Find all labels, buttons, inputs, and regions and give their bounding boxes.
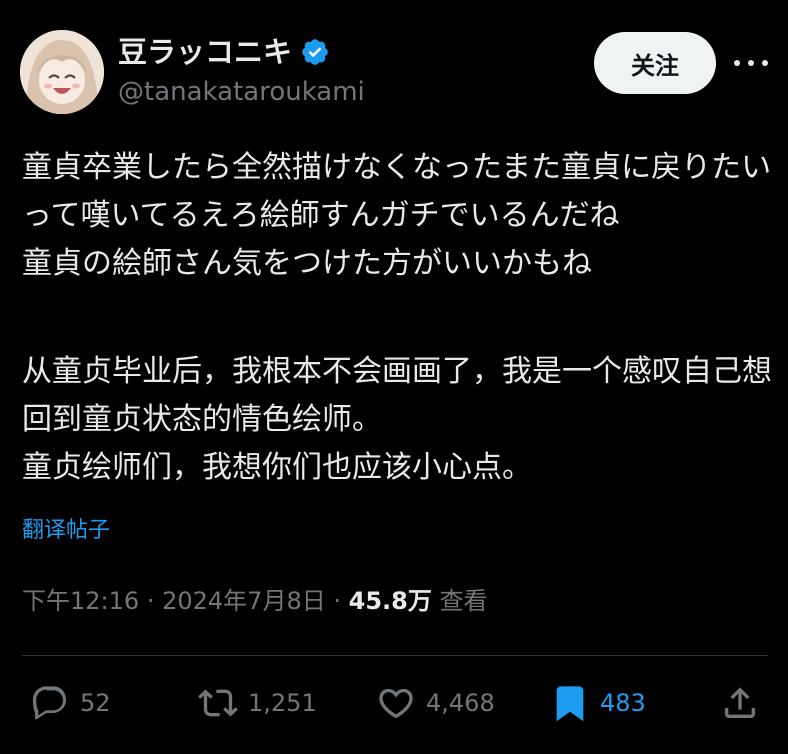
meta-separator: ·: [333, 587, 341, 615]
tweet-meta: 下午12:16 · 2024年7月8日 · 45.8万 查看: [22, 582, 488, 620]
heart-icon: [379, 688, 413, 719]
like-count: 4,468: [426, 689, 495, 717]
more-options-icon[interactable]: [734, 50, 768, 76]
repost-button[interactable]: 1,251: [198, 678, 317, 728]
translate-post-link[interactable]: 翻译帖子: [22, 514, 110, 548]
share-icon: [725, 687, 755, 718]
share-button[interactable]: [720, 678, 760, 728]
views-label: 查看: [439, 587, 488, 615]
reply-button[interactable]: 52: [30, 678, 111, 728]
user-handle[interactable]: @tanakataroukami: [118, 76, 365, 108]
bookmark-count: 483: [600, 689, 646, 717]
meta-separator: ·: [146, 587, 155, 615]
verified-badge-icon: [300, 37, 330, 67]
name-row: 豆ラッコニキ: [118, 34, 330, 70]
views-count: 45.8万: [348, 587, 432, 615]
translated-text: 从童贞毕业后，我根本不会画画了，我是一个感叹自己想回到童贞状态的情色绘师。 童贞…: [22, 354, 772, 485]
follow-button[interactable]: 关注: [594, 32, 716, 94]
bookmark-button[interactable]: 483: [550, 678, 646, 728]
bookmark-filled-icon: [556, 686, 584, 722]
like-button[interactable]: 4,468: [376, 678, 495, 728]
reply-icon: [32, 686, 67, 720]
display-name[interactable]: 豆ラッコニキ: [118, 34, 292, 70]
repost-count: 1,251: [248, 689, 317, 717]
reply-count: 52: [80, 689, 111, 717]
action-bar: 52 1,251 4,468 483: [22, 678, 766, 728]
tweet-date[interactable]: 2024年7月8日: [162, 587, 326, 615]
avatar[interactable]: [20, 30, 104, 114]
tweet-header: 豆ラッコニキ @tanakataroukami 关注: [20, 30, 768, 116]
tweet-text: 童貞卒業したら全然描けなくなったまた童貞に戻りたいって嘆いてるえろ絵師すんガチで…: [22, 150, 772, 281]
repost-icon: [198, 689, 238, 717]
divider: [22, 655, 768, 656]
tweet-time[interactable]: 下午12:16: [22, 587, 139, 615]
